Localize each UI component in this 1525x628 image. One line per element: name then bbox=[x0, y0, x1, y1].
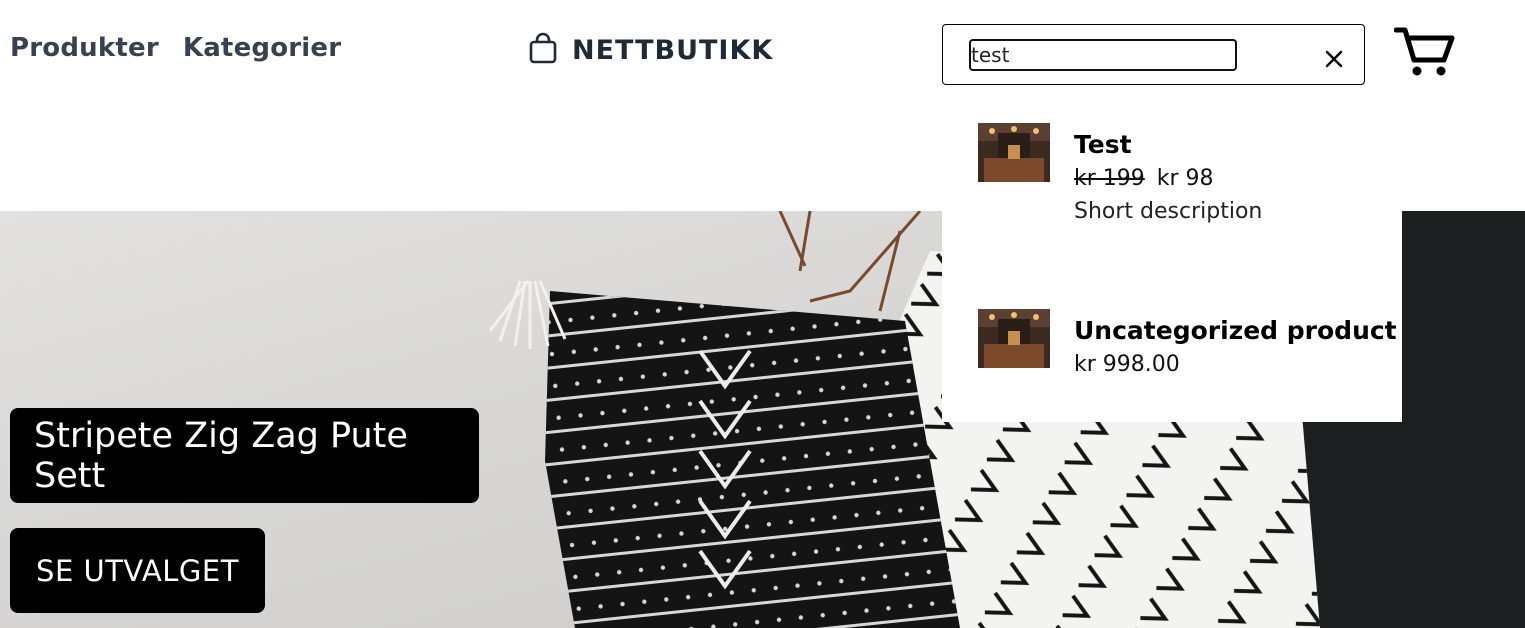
result-price: kr 199 kr 98 bbox=[1074, 166, 1262, 191]
search-result-item[interactable]: Uncategorized product kr 998.00 bbox=[978, 309, 1397, 377]
search-input[interactable] bbox=[969, 39, 1237, 71]
main-nav: Produkter Kategorier bbox=[10, 33, 341, 63]
nav-products-link[interactable]: Produkter bbox=[10, 33, 159, 63]
product-thumbnail bbox=[978, 123, 1050, 182]
brand-logo[interactable]: NETTBUTIKK bbox=[528, 32, 773, 68]
search-result-info: Test kr 199 kr 98 Short description bbox=[1074, 123, 1262, 224]
result-description: Short description bbox=[1074, 199, 1263, 224]
shopping-bag-icon bbox=[528, 32, 558, 68]
nav-categories-link[interactable]: Kategorier bbox=[183, 33, 341, 63]
search-box bbox=[942, 24, 1365, 85]
search-results-dropdown: Test kr 199 kr 98 Short description Uncat… bbox=[942, 100, 1402, 422]
search-result-item[interactable]: Test kr 199 kr 98 Short description bbox=[978, 123, 1262, 224]
result-name: Test bbox=[1074, 130, 1132, 159]
cart-icon[interactable] bbox=[1393, 26, 1456, 78]
product-thumbnail bbox=[978, 309, 1050, 368]
close-icon[interactable] bbox=[1322, 47, 1346, 71]
result-name: Uncategorized product bbox=[1074, 316, 1397, 345]
hero-title: Stripete Zig Zag Pute Sett bbox=[10, 408, 479, 503]
shop-now-button[interactable]: SE UTVALGET bbox=[10, 528, 265, 613]
result-old-price: kr 199 bbox=[1074, 166, 1145, 191]
result-price: kr 998.00 bbox=[1074, 352, 1180, 377]
search-result-info: Uncategorized product kr 998.00 bbox=[1074, 309, 1397, 377]
result-sale-price: kr 98 bbox=[1156, 166, 1214, 191]
brand-name: NETTBUTIKK bbox=[572, 34, 774, 66]
